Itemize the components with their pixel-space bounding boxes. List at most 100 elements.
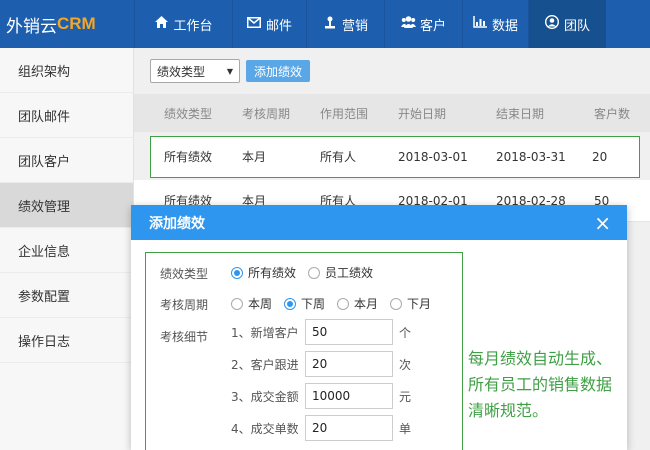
marketing-icon [323, 16, 337, 33]
table-row[interactable]: 所有绩效 本月 所有人 2018-03-01 2018-03-31 20 [150, 136, 640, 178]
nav-item-mail[interactable]: 邮件 [232, 0, 306, 48]
sidebar-item-label: 操作日志 [18, 334, 71, 350]
radio-checked-icon [284, 297, 297, 310]
detail-label: 考核细节 [160, 330, 209, 344]
deal-amount-input[interactable]: 10000 [305, 383, 393, 409]
modal-header: 添加绩效 × [131, 205, 627, 240]
sidebar-item-team-customers[interactable]: 团队客户 [0, 138, 133, 183]
sidebar-item-performance[interactable]: 绩效管理 [0, 183, 133, 228]
unit-label: 元 [399, 389, 412, 404]
nav-item-workbench[interactable]: 工作台 [134, 0, 232, 48]
type-label: 绩效类型 [160, 267, 209, 281]
option-label: 本周 [248, 297, 273, 311]
nav-label: 客户 [419, 18, 446, 34]
sidebar-item-team-mail[interactable]: 团队邮件 [0, 93, 133, 138]
close-icon[interactable]: × [594, 211, 611, 235]
header-cell[interactable]: 开始日期 [398, 105, 446, 122]
nav-item-team[interactable]: 团队 [528, 0, 606, 48]
period-option-next-week[interactable]: 下周 [284, 295, 325, 312]
nav-item-marketing[interactable]: 营销 [306, 0, 384, 48]
sidebar-item-logs[interactable]: 操作日志 [0, 318, 133, 363]
sidebar-item-label: 团队客户 [18, 154, 71, 170]
header-cell[interactable]: 考核周期 [242, 105, 290, 122]
sidebar-item-settings[interactable]: 参数配置 [0, 273, 133, 318]
logo[interactable]: 外销云 CRM [0, 0, 134, 48]
detail-row-follow-ups: 2、客户跟进 20 次 [231, 351, 411, 377]
unit-label: 次 [399, 357, 412, 372]
chart-icon [473, 16, 487, 32]
modal-title: 添加绩效 [149, 215, 205, 232]
radio-unchecked-icon [390, 297, 403, 310]
table-header: 绩效类型 考核周期 作用范围 开始日期 结束日期 客户数 [134, 94, 650, 132]
radio-unchecked-icon [231, 297, 243, 310]
period-radio-group: 本周 下周 本月 下月 [231, 295, 443, 312]
nav-label: 数据 [491, 18, 518, 34]
radio-unchecked-icon [337, 297, 350, 310]
select-value: 绩效类型 [157, 64, 206, 79]
table-cell: 所有人 [320, 150, 357, 164]
table-cell: 本月 [242, 150, 267, 164]
detail-label: 3、成交金额 [231, 389, 299, 404]
sidebar-item-company-info[interactable]: 企业信息 [0, 228, 133, 273]
follow-ups-input[interactable]: 20 [305, 351, 393, 377]
sidebar-item-label: 参数配置 [18, 289, 71, 305]
top-bar: 外销云 CRM 工作台 邮件 营销 客户 数据 团队 [0, 0, 650, 48]
nav-label: 邮件 [265, 18, 292, 34]
performance-form: 绩效类型 所有绩效 员工绩效 考核周期 本周 下周 本月 下月 考核细节 1、新… [145, 252, 463, 450]
detail-label: 4、成交单数 [231, 421, 299, 436]
nav-item-customers[interactable]: 客户 [384, 0, 462, 48]
detail-row-deal-count: 4、成交单数 20 单 [231, 415, 411, 441]
new-customers-input[interactable]: 50 [305, 319, 393, 345]
users-icon [400, 16, 416, 32]
period-option-this-month[interactable]: 本月 [337, 295, 378, 312]
header-cell[interactable]: 客户数 [594, 105, 630, 122]
detail-row-new-customers: 1、新增客户 50 个 [231, 319, 411, 345]
header-cell[interactable]: 作用范围 [320, 105, 368, 122]
performance-type-select[interactable]: 绩效类型 ▼ [150, 59, 240, 83]
sidebar-item-org[interactable]: 组织架构 [0, 48, 133, 93]
header-cell[interactable]: 结束日期 [496, 105, 544, 122]
unit-label: 个 [399, 325, 412, 340]
type-radio-group: 所有绩效 员工绩效 [231, 264, 385, 281]
annotation-line: 所有员工的销售数据 [468, 375, 613, 394]
deal-count-input[interactable]: 20 [305, 415, 393, 441]
annotation-line: 每月绩效自动生成、 [468, 349, 613, 368]
sidebar-item-label: 绩效管理 [18, 199, 71, 215]
type-option-employee[interactable]: 员工绩效 [308, 264, 373, 281]
table-cell: 20 [592, 149, 608, 164]
nav-label: 营销 [341, 18, 368, 34]
table-cell: 所有绩效 [164, 150, 213, 164]
table-cell: 2018-03-01 [398, 149, 468, 164]
detail-row-deal-amount: 3、成交金额 10000 元 [231, 383, 411, 409]
period-option-this-week[interactable]: 本周 [231, 295, 272, 312]
radio-checked-icon [231, 266, 243, 279]
nav-label: 工作台 [173, 18, 213, 34]
sidebar-item-label: 团队邮件 [18, 109, 71, 125]
nav-item-data[interactable]: 数据 [462, 0, 528, 48]
option-label: 所有绩效 [248, 266, 297, 280]
annotation-line: 清晰规范。 [468, 401, 549, 420]
period-option-next-month[interactable]: 下月 [390, 295, 431, 312]
performance-table: 绩效类型 考核周期 作用范围 开始日期 结束日期 客户数 所有绩效 本月 所有人… [134, 94, 650, 222]
feature-annotation: 每月绩效自动生成、 所有员工的销售数据 清晰规范。 [468, 346, 648, 424]
header-cell[interactable]: 绩效类型 [164, 105, 212, 122]
logo-text: 外销云 [6, 16, 57, 37]
table-cell: 2018-03-31 [496, 149, 566, 164]
add-performance-button[interactable]: 添加绩效 [246, 60, 311, 82]
logo-accent: CRM [57, 14, 96, 33]
home-icon [154, 16, 168, 32]
option-label: 下月 [407, 297, 432, 311]
toolbar: 绩效类型 ▼ 添加绩效 [134, 48, 650, 94]
unit-label: 单 [399, 421, 412, 436]
option-label: 本月 [354, 297, 379, 311]
table-row-wrap: 所有绩效 本月 所有人 2018-03-01 2018-03-31 20 [134, 132, 650, 180]
detail-label: 2、客户跟进 [231, 357, 299, 372]
user-circle-icon [544, 14, 559, 33]
detail-label: 1、新增客户 [231, 325, 299, 340]
caret-down-icon: ▼ [226, 66, 233, 76]
nav-label: 团队 [563, 18, 590, 34]
option-label: 下周 [301, 297, 326, 311]
radio-unchecked-icon [308, 266, 321, 279]
sidebar-item-label: 企业信息 [18, 244, 71, 260]
type-option-all[interactable]: 所有绩效 [231, 264, 296, 281]
